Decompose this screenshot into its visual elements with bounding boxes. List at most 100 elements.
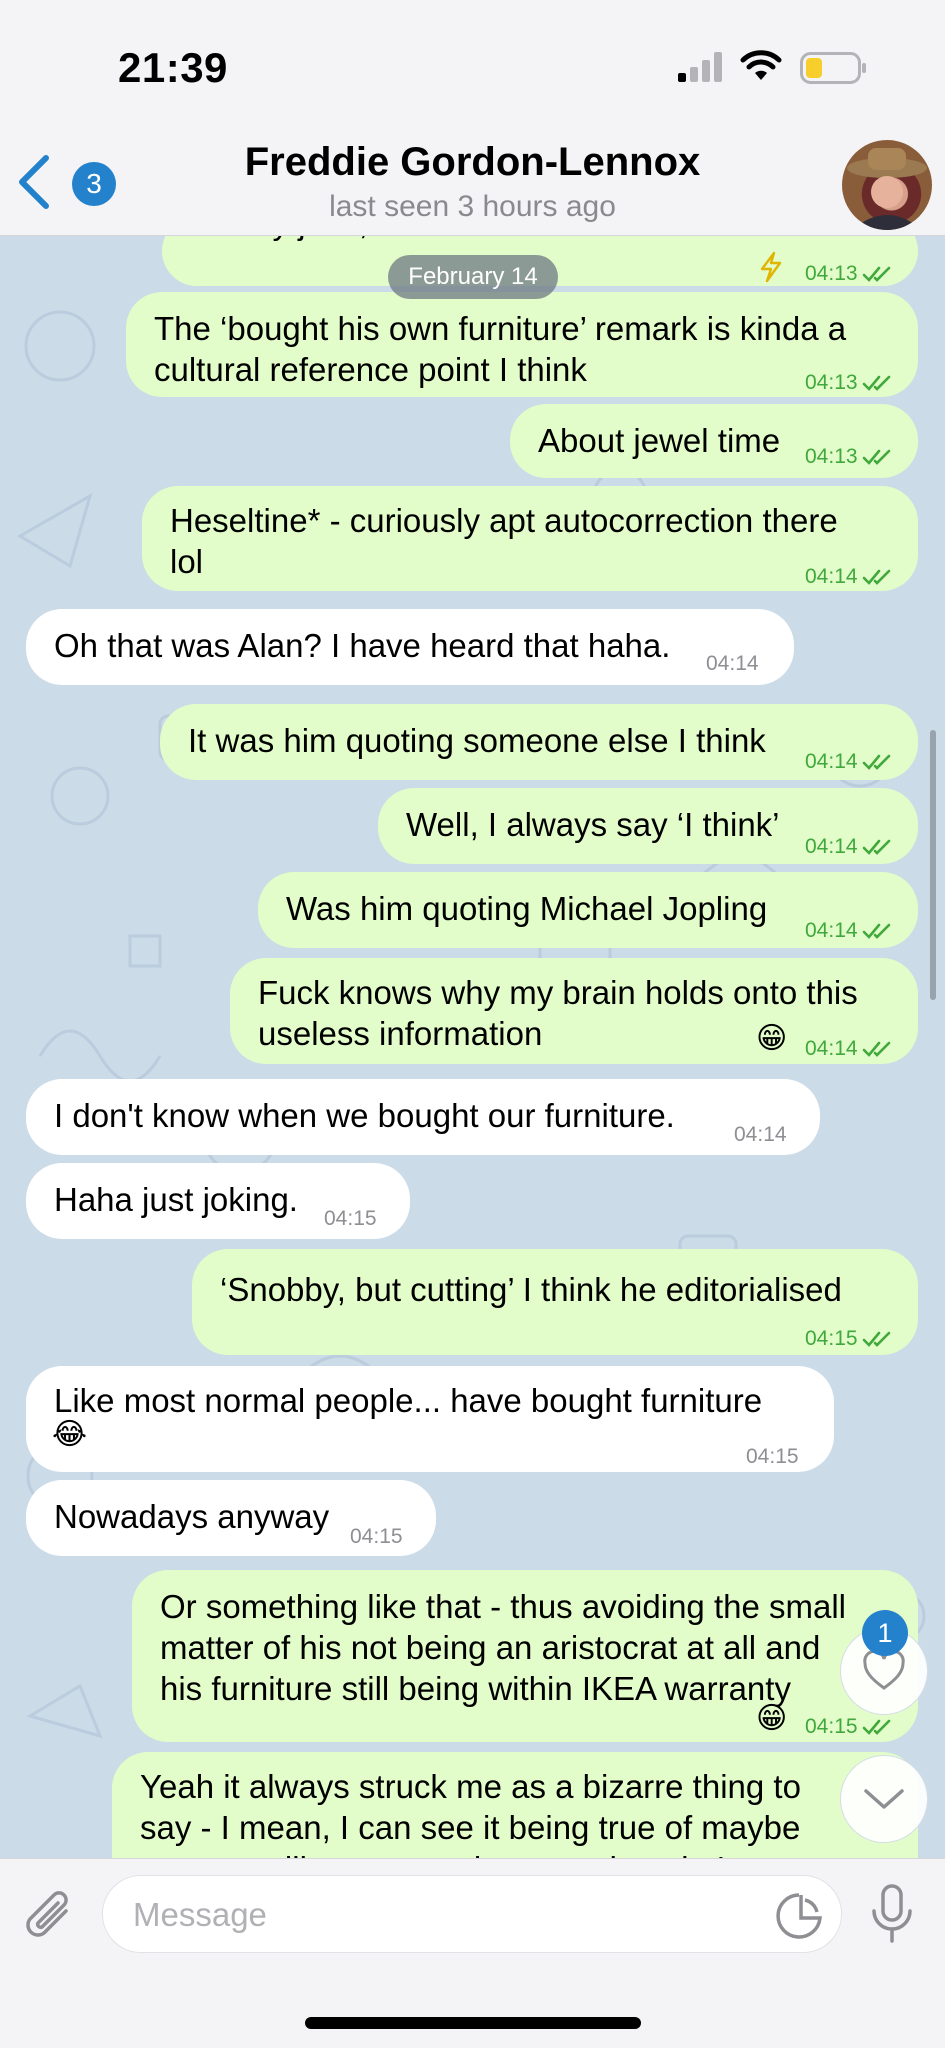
scroll-to-bottom-button[interactable] <box>840 1755 928 1843</box>
message-text: Well, I always say ‘I think’ <box>406 804 780 845</box>
outgoing-message[interactable]: ‘Snobby, but cutting’ I think he editori… <box>192 1249 918 1355</box>
status-time: 21:39 <box>118 44 228 91</box>
message-line: not my joke, I think he was kinda called… <box>190 236 827 243</box>
read-checks-icon <box>862 1041 890 1057</box>
message-line: It was him quoting someone else I think <box>188 722 766 759</box>
outgoing-message[interactable]: It was him quoting someone else I think 0… <box>160 704 918 780</box>
paperclip-icon[interactable] <box>22 1887 78 1947</box>
home-indicator <box>305 2017 641 2029</box>
timestamp: 04:15 <box>805 1327 858 1350</box>
message-time: 04:14 <box>805 826 892 867</box>
message-text: The ‘bought his own furniture’ remark is… <box>154 308 846 390</box>
reactions-count-badge: 1 <box>862 1610 908 1656</box>
message-text: Or something like that - thus avoiding t… <box>160 1586 846 1709</box>
message-time: 04:15 <box>324 1198 377 1239</box>
emoji: 😁 <box>756 1702 788 1735</box>
message-text: not my joke, I think he was kinda called… <box>190 236 827 243</box>
message-time: 04:14 <box>706 643 759 684</box>
outgoing-message[interactable]: Was him quoting Michael Jopling 04:14 <box>258 872 918 948</box>
timestamp: 04:14 <box>805 750 858 773</box>
message-field[interactable] <box>102 1875 842 1953</box>
message-time: 04:15 <box>746 1436 799 1477</box>
incoming-message[interactable]: Haha just joking. 04:15 <box>26 1163 410 1239</box>
timestamp: 04:15 <box>350 1525 403 1548</box>
outgoing-message[interactable]: Heseltine* - curiously apt autocorrectio… <box>142 486 918 591</box>
message-line: Or something like that - thus avoiding t… <box>160 1588 846 1625</box>
sticker-icon[interactable] <box>775 1892 823 1940</box>
heart-icon <box>863 1651 905 1690</box>
message-time: 04:15 <box>805 1318 892 1359</box>
microphone-icon[interactable] <box>868 1883 916 1945</box>
outgoing-message[interactable]: Or something like that - thus avoiding t… <box>132 1570 918 1742</box>
top-bar: 21:39 3 Freddie Gordon-Lennox last seen … <box>0 0 945 236</box>
read-checks-icon <box>862 569 890 585</box>
message-text: Yeah it always struck me as a bizarre th… <box>140 1766 801 1858</box>
timestamp: 04:15 <box>746 1445 799 1468</box>
timestamp: 04:15 <box>324 1207 377 1230</box>
message-text: Oh that was Alan? I have heard that haha… <box>54 625 670 666</box>
chevron-down-icon <box>864 1789 904 1809</box>
message-time: 04:14 <box>805 556 892 597</box>
message-list[interactable]: not my joke, I think he was kinda called… <box>0 236 945 1858</box>
message-time: 04:13 <box>805 362 892 403</box>
message-time: 04:14 <box>734 1114 787 1155</box>
emoji: 😂 <box>52 1418 88 1451</box>
read-checks-icon <box>862 266 890 282</box>
timestamp: 04:14 <box>805 1037 858 1060</box>
message-input[interactable] <box>133 1890 753 1940</box>
message-time: 04:14 <box>805 1028 892 1069</box>
incoming-message[interactable]: Oh that was Alan? I have heard that haha… <box>26 609 794 685</box>
message-line: Was him quoting Michael Jopling <box>286 890 768 927</box>
composer-bar <box>0 1858 945 2048</box>
message-text: Was him quoting Michael Jopling <box>286 888 767 929</box>
message-line: his furniture still being within IKEA wa… <box>160 1670 791 1707</box>
message-time: 04:13 <box>805 436 892 477</box>
avatar[interactable] <box>842 140 932 230</box>
timestamp: 04:14 <box>805 919 858 942</box>
message-time: 04:15 <box>350 1516 403 1557</box>
outgoing-message[interactable]: The ‘bought his own furniture’ remark is… <box>126 292 918 397</box>
incoming-message[interactable]: Nowadays anyway 04:15 <box>26 1480 436 1556</box>
signal-icon <box>678 52 722 82</box>
message-line: About jewel time <box>538 422 781 459</box>
outgoing-message[interactable]: Yeah it always struck me as a bizarre th… <box>112 1752 918 1858</box>
battery-icon <box>800 52 866 84</box>
message-text: Nowadays anyway <box>54 1496 329 1537</box>
read-checks-icon <box>862 1331 890 1347</box>
message-line: I don't know when we bought our furnitur… <box>54 1097 675 1134</box>
message-line: ‘Snobby, but cutting’ I think he editori… <box>220 1271 842 1308</box>
contact-name[interactable]: Freddie Gordon-Lennox <box>0 140 945 185</box>
message-time: 04:14 <box>805 910 892 951</box>
timestamp: 04:14 <box>734 1123 787 1146</box>
message-text: Heseltine* - curiously apt autocorrectio… <box>170 500 838 582</box>
outgoing-message[interactable]: About jewel time 04:13 <box>510 404 918 478</box>
message-line: someone like my grandma, not that she' <box>140 1848 801 1858</box>
message-line: Haha just joking. <box>54 1181 298 1218</box>
timestamp: 04:14 <box>805 835 858 858</box>
message-line: Yeah it always struck me as a bizarre th… <box>140 1768 801 1805</box>
message-line: Heseltine* - curiously apt autocorrectio… <box>170 502 838 539</box>
outgoing-message[interactable]: Fuck knows why my brain holds onto this u… <box>230 958 918 1064</box>
read-checks-icon <box>862 1719 890 1735</box>
message-line: lol <box>170 543 204 580</box>
timestamp: 04:14 <box>805 565 858 588</box>
message-line: matter of his not being an aristocrat at… <box>160 1629 821 1666</box>
wifi-icon <box>740 50 782 80</box>
read-checks-icon <box>862 754 890 770</box>
message-text: About jewel time <box>538 420 780 461</box>
outgoing-message[interactable]: Well, I always say ‘I think’ 04:14 <box>378 788 918 864</box>
incoming-message[interactable]: Like most normal people... have bought f… <box>26 1366 834 1472</box>
message-line: Nowadays anyway <box>54 1498 330 1535</box>
incoming-message[interactable]: I don't know when we bought our furnitur… <box>26 1079 820 1155</box>
last-seen-status: last seen 3 hours ago <box>329 190 616 223</box>
timestamp: 04:13 <box>805 262 858 285</box>
message-line: The ‘bought his own furniture’ remark is… <box>154 310 847 347</box>
message-text: I don't know when we bought our furnitur… <box>54 1095 675 1136</box>
read-checks-icon <box>862 449 890 465</box>
scrollbar[interactable] <box>930 730 936 1000</box>
message-text: ‘Snobby, but cutting’ I think he editori… <box>220 1269 842 1310</box>
message-time: 04:13 <box>805 253 892 294</box>
message-text: It was him quoting someone else I think <box>188 720 766 761</box>
message-line: cultural reference point I think <box>154 351 587 388</box>
message-line: say - I mean, I can see it being true of… <box>140 1809 801 1846</box>
